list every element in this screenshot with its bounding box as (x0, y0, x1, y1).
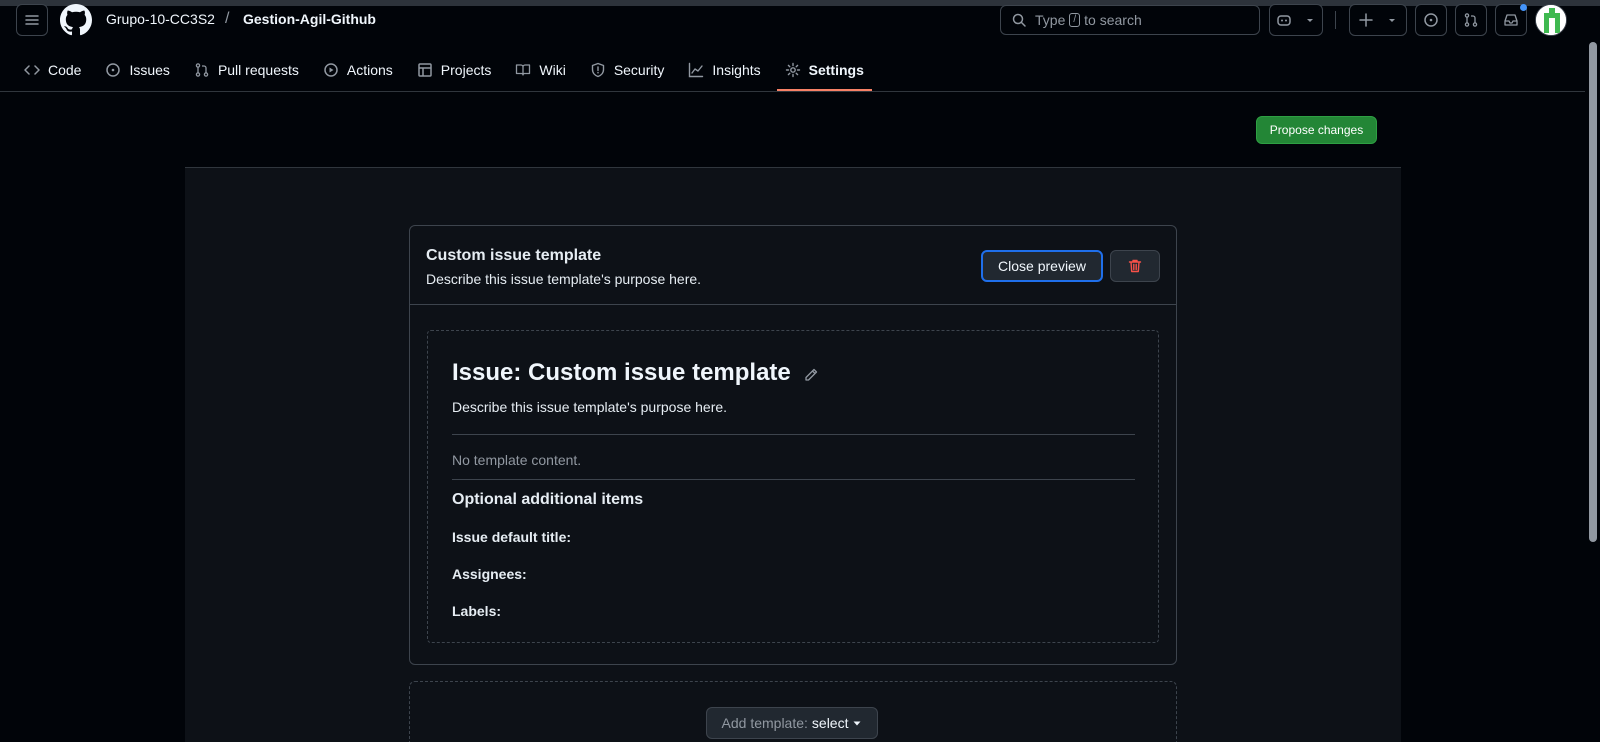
tab-insights[interactable]: Insights (680, 52, 768, 88)
shield-icon (591, 62, 605, 78)
repo-nav-tabs: Code Issues Pull requests Actions Projec… (16, 52, 880, 92)
create-new-button[interactable] (1349, 4, 1407, 36)
breadcrumb-separator: / (225, 10, 230, 27)
breadcrumb-repo[interactable]: Gestion-Agil-Github (243, 11, 376, 27)
git-pull-request-icon (1464, 13, 1478, 27)
chevron-down-icon (1389, 19, 1395, 22)
tab-insights-label: Insights (712, 62, 761, 78)
field-default-title: Issue default title: (452, 529, 572, 545)
issues-button[interactable] (1415, 4, 1447, 36)
chevron-down-icon (1307, 19, 1313, 22)
tab-wiki-label: Wiki (539, 62, 566, 78)
tab-actions-label: Actions (346, 62, 393, 78)
preview-empty-text: No template content. (452, 452, 582, 468)
header-divider (1335, 11, 1336, 29)
add-template-value: select (811, 715, 849, 731)
tab-pull-requests[interactable]: Pull requests (186, 52, 307, 88)
trash-icon (1128, 259, 1142, 273)
issue-opened-icon (106, 63, 121, 77)
breadcrumb-owner[interactable]: Grupo-10-CC3S2 (106, 11, 215, 27)
add-template-select[interactable]: Add template: select (706, 707, 878, 739)
close-preview-button[interactable]: Close preview (981, 250, 1103, 282)
tab-security-label: Security (613, 62, 665, 78)
search-suffix: to search (1084, 12, 1142, 28)
tab-pull-requests-label: Pull requests (217, 62, 299, 78)
copilot-icon (1277, 15, 1291, 26)
optional-items-heading: Optional additional items (452, 491, 644, 508)
template-description: Describe this issue template's purpose h… (426, 271, 702, 287)
tab-security[interactable]: Security (582, 52, 673, 88)
scrollbar-thumb[interactable] (1589, 42, 1597, 542)
tab-issues[interactable]: Issues (97, 52, 177, 88)
menu-button[interactable] (16, 4, 48, 36)
add-template-area: Add template: select (409, 681, 1177, 742)
tab-code[interactable]: Code (16, 52, 89, 88)
inbox-icon (1504, 14, 1518, 26)
preview-description: Describe this issue template's purpose h… (452, 399, 728, 415)
tab-projects-label: Projects (440, 62, 492, 78)
hamburger-icon (25, 15, 39, 25)
divider (452, 479, 1135, 480)
git-pull-request-icon (195, 63, 209, 77)
graph-icon (689, 62, 704, 78)
propose-changes-button[interactable]: Propose changes (1256, 116, 1377, 144)
template-preview: Issue: Custom issue template Describe th… (427, 330, 1159, 643)
add-template-label: Add template: (721, 715, 808, 731)
tab-settings-label: Settings (808, 62, 864, 78)
avatar[interactable] (1535, 4, 1567, 36)
caret-down-icon (853, 721, 861, 726)
gear-icon (785, 62, 800, 78)
search-prefix: Type (1035, 12, 1066, 28)
github-logo-icon[interactable] (60, 4, 92, 36)
pull-requests-button[interactable] (1455, 4, 1487, 36)
template-card-header: Custom issue template Describe this issu… (410, 226, 1176, 305)
tab-issues-label: Issues (129, 62, 170, 78)
delete-template-button[interactable] (1110, 250, 1160, 282)
tab-wiki[interactable]: Wiki (507, 52, 573, 88)
copilot-button[interactable] (1269, 4, 1323, 36)
template-title: Custom issue template (426, 247, 602, 264)
top-header: Grupo-10-CC3S2 / Gestion-Agil-Github Typ… (0, 0, 1600, 92)
issue-opened-icon (1424, 13, 1438, 27)
field-labels: Labels: (452, 603, 502, 619)
preview-title: Issue: Custom issue template (452, 359, 791, 386)
tab-settings[interactable]: Settings (776, 52, 873, 91)
issue-template-card: Custom issue template Describe this issu… (409, 225, 1177, 665)
search-input[interactable]: Type / to search (1000, 5, 1260, 35)
notification-indicator (1520, 4, 1527, 11)
book-icon (516, 64, 531, 76)
page-scrollbar[interactable] (1585, 6, 1600, 742)
divider (452, 434, 1135, 435)
plus-icon (1359, 13, 1373, 27)
identicon-icon (1536, 5, 1566, 35)
field-assignees: Assignees: (452, 566, 527, 582)
table-icon (418, 63, 432, 77)
search-icon (1012, 13, 1026, 27)
play-icon (324, 63, 338, 77)
tab-projects[interactable]: Projects (409, 52, 500, 88)
tab-code-label: Code (48, 62, 82, 78)
pencil-icon[interactable] (803, 367, 819, 383)
search-shortcut-key: / (1069, 13, 1081, 27)
tab-actions[interactable]: Actions (315, 52, 401, 88)
code-icon (24, 65, 40, 75)
